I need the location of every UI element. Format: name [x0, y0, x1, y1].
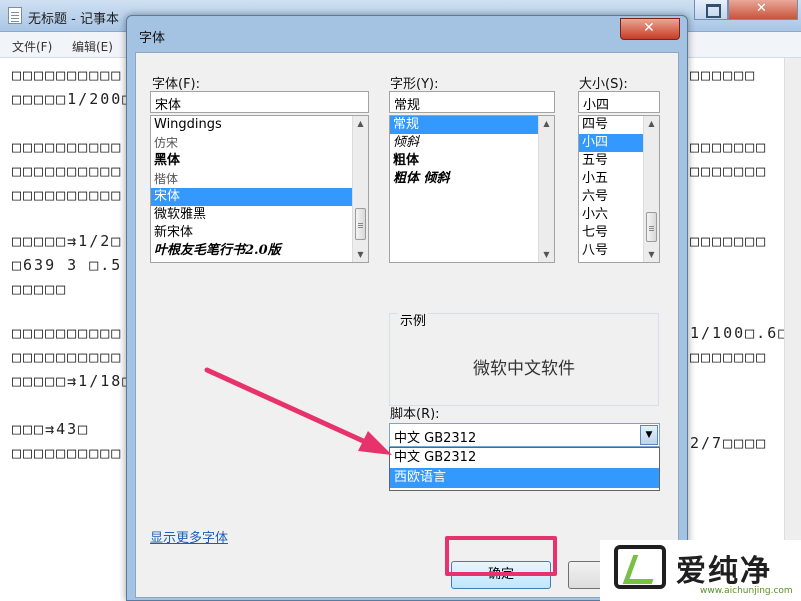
script-label: 脚本(R):: [390, 407, 440, 422]
sample-text: 微软中文软件: [473, 359, 575, 379]
scroll-thumb[interactable]: [646, 212, 657, 242]
font-list-item[interactable]: Wingdings: [151, 116, 368, 134]
text-line: □□□□□□: [690, 66, 757, 84]
size-input[interactable]: 小四: [578, 91, 660, 113]
font-dialog: 字体 ✕ 字体(F): 宋体 Wingdings 仿宋 黑体 楷体 宋体 微软雅黑 新宋体叶…: [126, 15, 688, 601]
style-list-item[interactable]: 粗体: [390, 152, 554, 170]
text-line: □□□□□□□□□□: [12, 138, 123, 156]
size-list[interactable]: 四号 小四 五号 小五 六号 小六 七号 八号 ▲ ▼: [578, 115, 660, 263]
text-line: □□□□□□□: [690, 162, 768, 180]
ok-button-highlight: [445, 536, 557, 576]
script-dropdown[interactable]: 中文 GB2312 西欧语言: [389, 447, 660, 491]
dialog-title: 字体: [139, 31, 166, 46]
text-line: □□□□□□□□□□: [12, 66, 123, 84]
font-list[interactable]: Wingdings 仿宋 黑体 楷体 宋体 微软雅黑 新宋体 叶根友毛笔行书2.0版 ▲ ▼: [150, 115, 369, 263]
watermark-url: www.aichunjing.com: [700, 586, 793, 596]
font-list-item[interactable]: 宋体: [151, 188, 368, 206]
font-label: 字体(F):: [152, 77, 201, 92]
text-line: □□□□□□□□□□: [12, 444, 123, 462]
text-line: □□□□□□□: [690, 348, 768, 366]
chevron-down-icon[interactable]: ▼: [640, 425, 658, 445]
size-label: 大小(S):: [579, 77, 628, 92]
text-line: □□□□□⇉1/2□: [12, 232, 123, 250]
menu-file[interactable]: 文件(F): [12, 38, 52, 55]
script-select[interactable]: 中文 GB2312 ▼: [389, 423, 660, 447]
style-items: 常规 倾斜 粗体 粗体 倾斜: [390, 116, 554, 188]
text-line: □□□⇉43□: [12, 420, 90, 438]
scroll-up-icon[interactable]: ▲: [644, 116, 659, 131]
text-line: □□□□□□□□□□: [12, 348, 123, 366]
scroll-thumb[interactable]: [355, 208, 366, 240]
style-list-item[interactable]: 粗体 倾斜: [390, 170, 554, 188]
font-items: Wingdings 仿宋 黑体 楷体 宋体 微软雅黑 新宋体 叶根友毛笔行书2.0版: [151, 116, 368, 260]
font-list-item[interactable]: 楷体: [151, 170, 368, 188]
scroll-down-icon[interactable]: ▼: [539, 247, 554, 262]
notepad-scrollbar[interactable]: [784, 58, 801, 601]
sample-label: 示例: [398, 310, 429, 329]
maximize-button[interactable]: [694, 0, 728, 20]
scroll-up-icon[interactable]: ▲: [539, 116, 554, 131]
text-line: □□□□□1/200□: [12, 90, 134, 108]
size-list-scrollbar[interactable]: ▲ ▼: [643, 116, 659, 262]
notepad-title: 无标题 - 记事本: [28, 12, 119, 27]
style-label: 字形(Y):: [390, 77, 439, 92]
font-list-item[interactable]: 叶根友毛笔行书2.0版: [151, 242, 368, 260]
text-line: □□□□□□□□□□: [12, 186, 123, 204]
text-line: □□□□□□□□□□: [12, 324, 123, 342]
dialog-close-button[interactable]: ✕: [620, 18, 680, 40]
style-list[interactable]: 常规 倾斜 粗体 粗体 倾斜 ▲ ▼: [389, 115, 555, 263]
text-line: □□□□□□□: [690, 232, 768, 250]
style-list-item[interactable]: 倾斜: [390, 134, 554, 152]
script-option-chinese[interactable]: 中文 GB2312: [390, 448, 659, 468]
brand-logo-icon: [614, 545, 666, 589]
script-option-western[interactable]: 西欧语言: [390, 468, 659, 488]
dialog-body: 字体(F): 宋体 Wingdings 仿宋 黑体 楷体 宋体 微软雅黑 新宋体 叶根友毛笔行…: [135, 52, 679, 598]
sample-group: 示例 微软中文软件: [389, 310, 659, 406]
font-input[interactable]: 宋体: [150, 91, 369, 113]
notepad-icon: [8, 7, 22, 24]
style-input[interactable]: 常规: [389, 91, 555, 113]
watermark: 爱纯净 www.aichunjing.com: [600, 540, 801, 601]
notepad-close-button[interactable]: [728, 0, 798, 20]
style-list-item[interactable]: 常规: [390, 116, 554, 134]
text-line: □□□□□: [12, 280, 68, 298]
font-list-item[interactable]: 新宋体: [151, 224, 368, 242]
close-icon: ✕: [643, 20, 655, 36]
font-list-scrollbar[interactable]: ▲ ▼: [352, 116, 368, 262]
scroll-down-icon[interactable]: ▼: [644, 247, 659, 262]
watermark-brand: 爱纯净: [676, 554, 772, 589]
more-fonts-link[interactable]: 显示更多字体: [150, 527, 228, 546]
text-line: □639 3 □.5: [12, 256, 123, 274]
scroll-down-icon[interactable]: ▼: [353, 247, 368, 262]
text-line: □□□□□□□: [690, 138, 768, 156]
font-list-item[interactable]: 微软雅黑: [151, 206, 368, 224]
font-list-item[interactable]: 仿宋: [151, 134, 368, 152]
scroll-up-icon[interactable]: ▲: [353, 116, 368, 131]
script-value: 中文 GB2312: [394, 431, 477, 446]
text-line: □□□□□□□□□□: [12, 162, 123, 180]
style-list-scrollbar[interactable]: ▲ ▼: [538, 116, 554, 262]
font-list-item[interactable]: 黑体: [151, 152, 368, 170]
text-line: □□□□□⇉1/18□: [12, 372, 134, 390]
menu-edit[interactable]: 编辑(E): [72, 38, 113, 55]
text-line: 2/7□□□□: [690, 434, 768, 452]
